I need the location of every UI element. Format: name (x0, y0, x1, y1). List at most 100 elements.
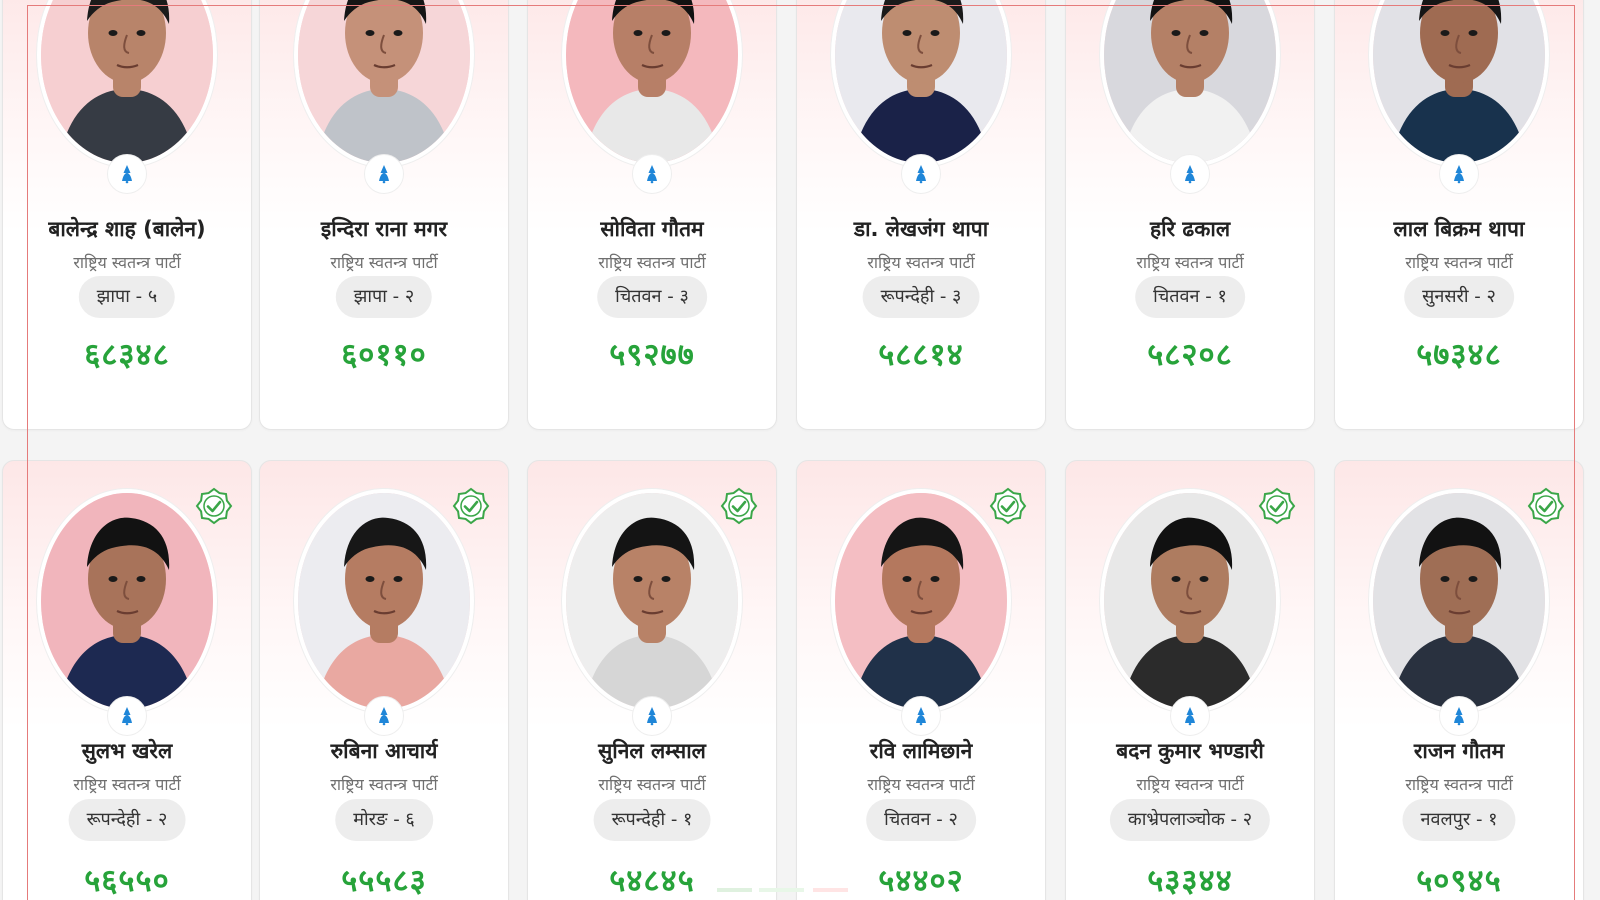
constituency-badge[interactable]: नवलपुर - १ (1402, 799, 1516, 841)
candidate-photo (835, 493, 1007, 709)
party-bell-icon (1170, 154, 1210, 194)
party-bell-icon (901, 154, 941, 194)
candidate-photo-frame (1100, 0, 1280, 167)
candidate-card[interactable]: डा. लेखजंग थापा राष्ट्रिय स्वतन्त्र पार्ट… (796, 0, 1046, 430)
party-name: राष्ट्रिय स्वतन्त्र पार्टी (1405, 253, 1513, 272)
candidate-card[interactable]: इन्दिरा राना मगर राष्ट्रिय स्वतन्त्र पार्… (259, 0, 509, 430)
candidate-photo-frame (294, 0, 474, 167)
party-bell-icon (364, 696, 404, 736)
candidate-card[interactable]: सोविता गौतम राष्ट्रिय स्वतन्त्र पार्टी चित… (527, 0, 777, 430)
vote-count: ५८२०८ (1147, 337, 1233, 373)
party-name: राष्ट्रिय स्वतन्त्र पार्टी (330, 775, 438, 794)
party-bell-icon (107, 154, 147, 194)
candidate-photo-frame (1100, 489, 1280, 713)
party-name: राष्ट्रिय स्वतन्त्र पार्टी (330, 253, 438, 272)
candidate-name: लाल बिक्रम थापा (1393, 217, 1525, 241)
candidate-name: राजन गौतम (1413, 739, 1505, 763)
vote-count: ५८८१४ (878, 337, 964, 373)
constituency-badge[interactable]: चितवन - २ (866, 799, 976, 841)
candidate-photo-frame (831, 489, 1011, 713)
vote-count: ५३३४४ (1147, 863, 1233, 899)
party-name: राष्ट्रिय स्वतन्त्र पार्टी (73, 253, 181, 272)
candidate-card[interactable]: सुलभ खरेल राष्ट्रिय स्वतन्त्र पार्टी रूपन्… (2, 460, 252, 900)
party-name: राष्ट्रिय स्वतन्त्र पार्टी (1136, 775, 1244, 794)
candidate-name: सोविता गौतम (600, 217, 704, 241)
candidate-name: बालेन्द्र शाह (बालेन) (48, 217, 206, 241)
candidate-results-page: बालेन्द्र शाह (बालेन) राष्ट्रिय स्वतन्त्र… (0, 0, 1600, 900)
vote-count: ५०९४५ (1416, 863, 1502, 899)
candidate-card[interactable]: लाल बिक्रम थापा राष्ट्रिय स्वतन्त्र पार्ट… (1334, 0, 1584, 430)
party-bell-icon (1439, 696, 1479, 736)
candidate-card[interactable]: हरि ढकाल राष्ट्रिय स्वतन्त्र पार्टी चितवन … (1065, 0, 1315, 430)
candidate-photo (1373, 0, 1545, 163)
candidate-name: रुबिना आचार्य (330, 739, 438, 763)
party-name: राष्ट्रिय स्वतन्त्र पार्टी (73, 775, 181, 794)
candidate-name: सुनिल लम्साल (598, 739, 706, 763)
verified-check-icon (989, 487, 1027, 525)
candidate-card[interactable]: रवि लामिछाने राष्ट्रिय स्वतन्त्र पार्टी चि… (796, 460, 1046, 900)
candidate-photo-frame (562, 489, 742, 713)
verified-check-icon (1527, 487, 1565, 525)
candidate-grid: बालेन्द्र शाह (बालेन) राष्ट्रिय स्वतन्त्र… (0, 0, 1600, 900)
candidate-card[interactable]: रुबिना आचार्य राष्ट्रिय स्वतन्त्र पार्टी म… (259, 460, 509, 900)
party-bell-icon (632, 696, 672, 736)
candidate-photo (1104, 493, 1276, 709)
candidate-name: सुलभ खरेल (81, 739, 173, 763)
party-name: राष्ट्रिय स्वतन्त्र पार्टी (1405, 775, 1513, 794)
candidate-photo (566, 0, 738, 163)
party-bell-icon (901, 696, 941, 736)
candidate-name: बदन कुमार भण्डारी (1116, 739, 1264, 763)
candidate-card[interactable]: राजन गौतम राष्ट्रिय स्वतन्त्र पार्टी नवलपु… (1334, 460, 1584, 900)
vote-count: ५४४०२ (878, 863, 964, 899)
candidate-card[interactable]: बालेन्द्र शाह (बालेन) राष्ट्रिय स्वतन्त्र… (2, 0, 252, 430)
vote-count: ५४८४५ (609, 863, 695, 899)
constituency-badge[interactable]: चितवन - ३ (597, 276, 707, 318)
party-name: राष्ट्रिय स्वतन्त्र पार्टी (598, 253, 706, 272)
party-name: राष्ट्रिय स्वतन्त्र पार्टी (1136, 253, 1244, 272)
constituency-badge[interactable]: रूपन्देही - १ (593, 799, 711, 841)
vote-count: ५६५५० (84, 863, 170, 899)
candidate-photo (41, 0, 213, 163)
constituency-badge[interactable]: चितवन - १ (1135, 276, 1245, 318)
candidate-photo-frame (562, 0, 742, 167)
candidate-photo (298, 493, 470, 709)
candidate-photo-frame (294, 489, 474, 713)
verified-check-icon (452, 487, 490, 525)
candidate-photo (1373, 493, 1545, 709)
candidate-photo-frame (1369, 0, 1549, 167)
candidate-photo (835, 0, 1007, 163)
party-bell-icon (632, 154, 672, 194)
party-bell-icon (364, 154, 404, 194)
candidate-photo-frame (37, 0, 217, 167)
constituency-badge[interactable]: काभ्रेपलाञ्चोक - २ (1109, 799, 1271, 841)
verified-check-icon (195, 487, 233, 525)
candidate-card[interactable]: बदन कुमार भण्डारी राष्ट्रिय स्वतन्त्र पार… (1065, 460, 1315, 900)
vote-count: ६८३४८ (84, 337, 170, 373)
candidate-photo (41, 493, 213, 709)
constituency-badge[interactable]: झापा - २ (335, 276, 433, 318)
candidate-photo (298, 0, 470, 163)
constituency-badge[interactable]: मोरङ - ६ (335, 799, 433, 841)
candidate-name: डा. लेखजंग थापा (853, 217, 989, 241)
constituency-badge[interactable]: रूपन्देही - २ (68, 799, 186, 841)
verified-check-icon (720, 487, 758, 525)
candidate-name: हरि ढकाल (1149, 217, 1231, 241)
constituency-badge[interactable]: सुनसरी - २ (1404, 276, 1514, 318)
party-name: राष्ट्रिय स्वतन्त्र पार्टी (867, 253, 975, 272)
verified-check-icon (1258, 487, 1296, 525)
candidate-photo-frame (37, 489, 217, 713)
vote-count: ५५५८३ (341, 863, 427, 899)
vote-count: ५७३४८ (1416, 337, 1502, 373)
vote-count: ५९२७७ (609, 337, 695, 373)
vote-count: ६०११० (341, 337, 427, 373)
constituency-badge[interactable]: रूपन्देही - ३ (862, 276, 980, 318)
constituency-badge[interactable]: झापा - ५ (78, 276, 176, 318)
party-name: राष्ट्रिय स्वतन्त्र पार्टी (867, 775, 975, 794)
candidate-name: इन्दिरा राना मगर (320, 217, 448, 241)
candidate-card[interactable]: सुनिल लम्साल राष्ट्रिय स्वतन्त्र पार्टी रू… (527, 460, 777, 900)
candidate-photo-frame (1369, 489, 1549, 713)
party-bell-icon (107, 696, 147, 736)
party-bell-icon (1170, 696, 1210, 736)
candidate-photo-frame (831, 0, 1011, 167)
candidate-photo (566, 493, 738, 709)
